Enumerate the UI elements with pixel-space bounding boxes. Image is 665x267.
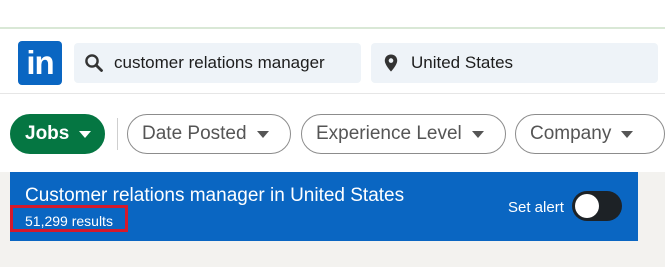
location-search-value: United States: [411, 53, 514, 72]
results-count-highlight: [10, 205, 128, 232]
keyword-search-input[interactable]: customer relations manager: [74, 43, 361, 83]
linkedin-logo[interactable]: in: [18, 41, 62, 85]
experience-level-filter-button[interactable]: Experience Level: [301, 114, 506, 154]
search-icon: [84, 53, 104, 73]
toggle-knob: [575, 194, 599, 218]
chevron-down-icon: [256, 130, 269, 138]
filter-divider: [117, 118, 118, 150]
top-strip: [0, 0, 665, 27]
company-filter-label: Company: [530, 123, 612, 144]
chevron-down-icon: [79, 130, 92, 138]
filter-bar: Jobs Date Posted Experience Level Compan…: [0, 94, 665, 172]
set-alert-toggle[interactable]: [572, 191, 622, 221]
set-alert-label: Set alert: [508, 199, 564, 216]
search-results-banner: Customer relations manager in United Sta…: [10, 172, 638, 241]
global-header: in customer relations manager United Sta…: [0, 29, 665, 94]
chevron-down-icon: [471, 130, 484, 138]
keyword-search-value: customer relations manager: [114, 53, 325, 72]
location-search-input[interactable]: United States: [371, 43, 658, 83]
location-pin-icon: [381, 53, 401, 73]
experience-level-filter-label: Experience Level: [316, 123, 462, 144]
search-results-title: Customer relations manager in United Sta…: [25, 185, 405, 206]
jobs-filter-button[interactable]: Jobs: [10, 114, 105, 154]
jobs-filter-label: Jobs: [25, 123, 70, 144]
date-posted-filter-label: Date Posted: [142, 123, 247, 144]
date-posted-filter-button[interactable]: Date Posted: [127, 114, 291, 154]
company-filter-button[interactable]: Company: [515, 114, 665, 154]
chevron-down-icon: [621, 130, 634, 138]
